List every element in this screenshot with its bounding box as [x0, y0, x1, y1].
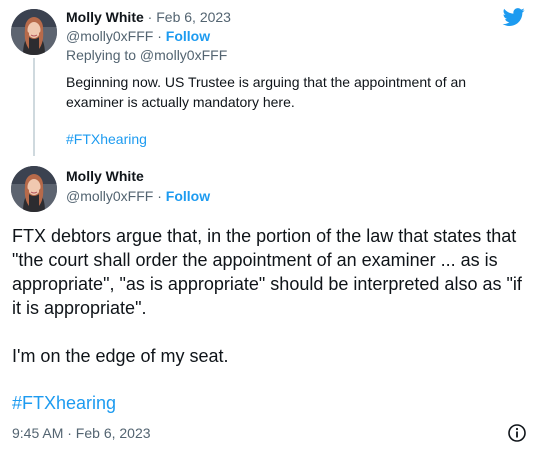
avatar[interactable] [11, 9, 57, 55]
author-handle[interactable]: @molly0xFFF [66, 188, 153, 204]
author-name[interactable]: Molly White [66, 167, 144, 185]
author-name[interactable]: Molly White [66, 9, 144, 25]
avatar[interactable] [11, 166, 57, 212]
follow-button[interactable]: Follow [166, 28, 210, 44]
separator: · [147, 9, 153, 25]
main-tweet-text-2: I'm on the edge of my seat. [12, 346, 229, 366]
replying-to[interactable]: Replying to @molly0xFFF [66, 46, 227, 64]
tweet-date[interactable]: Feb 6, 2023 [156, 9, 231, 25]
parent-tweet[interactable]: Molly White · Feb 6, 2023 @molly0xFFF · … [0, 0, 534, 156]
thread-line [33, 58, 35, 156]
tweet-timestamp[interactable]: 9:45 AM · Feb 6, 2023 [12, 424, 151, 442]
follow-button[interactable]: Follow [166, 188, 210, 204]
main-handle-row: @molly0xFFF · Follow [66, 187, 210, 205]
hashtag-link[interactable]: #FTXhearing [66, 130, 147, 148]
parent-tweet-text: Beginning now. US Trustee is arguing tha… [66, 74, 467, 110]
main-tweet-text: FTX debtors argue that, in the portion o… [12, 226, 522, 318]
separator: · [157, 28, 162, 44]
parent-handle-row: @molly0xFFF · Follow [66, 27, 210, 45]
hashtag-link[interactable]: #FTXhearing [12, 391, 116, 415]
parent-author-row: Molly White · Feb 6, 2023 [66, 8, 231, 26]
info-icon[interactable] [507, 423, 527, 443]
author-handle[interactable]: @molly0xFFF [66, 28, 153, 44]
separator: · [157, 188, 162, 204]
